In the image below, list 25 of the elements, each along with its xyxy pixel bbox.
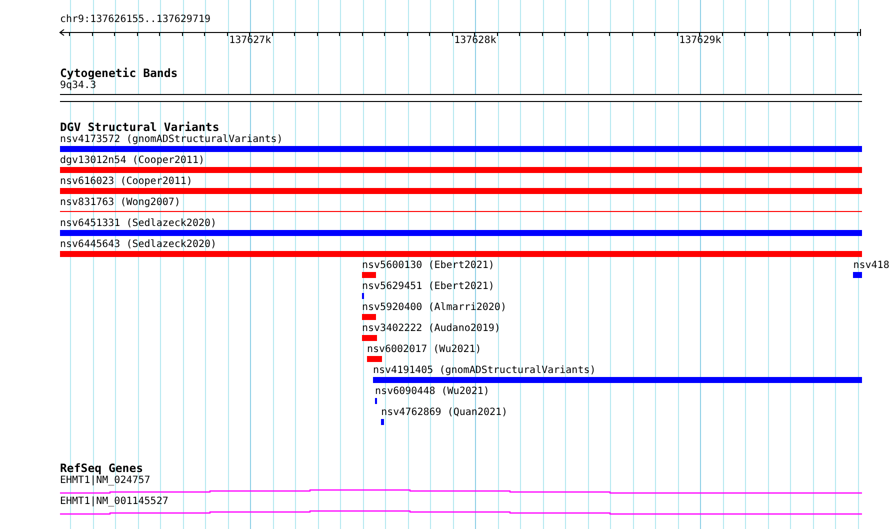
feature-label: nsv6445643 (Sedlazeck2020) xyxy=(60,239,217,251)
feature-label: nsv831763 (Wong2007) xyxy=(60,197,180,209)
feature-label: nsv3402222 (Audano2019) xyxy=(362,323,500,335)
feature-label: nsv418 xyxy=(853,260,890,272)
track-title: RefSeq Genes xyxy=(60,462,144,475)
tick-label: 137629k xyxy=(679,35,722,47)
region-label: chr9:137626155..137629719 xyxy=(60,14,211,26)
feature-label: nsv6090448 (Wu2021) xyxy=(375,386,490,398)
feature-label: nsv4191405 (gnomADStructuralVariants) xyxy=(373,365,596,377)
band-label: 9q34.3 xyxy=(60,80,98,92)
feature-label: nsv4762869 (Quan2021) xyxy=(381,407,508,419)
feature-label: nsv6002017 (Wu2021) xyxy=(366,344,482,356)
feature-label: nsv616023 (Cooper2011) xyxy=(60,176,192,188)
feature-label: nsv5629451 (Ebert2021) xyxy=(362,281,494,293)
tick-label: 137627k xyxy=(229,35,272,47)
feature-label: nsv4173572 (gnomADStructuralVariants) xyxy=(60,134,283,146)
track-title: DGV Structural Variants xyxy=(60,121,220,134)
gene-label: EHMT1|NM_001145527 xyxy=(60,496,170,508)
feature-label: nsv6451331 (Sedlazeck2020) xyxy=(60,218,217,230)
track-title: Cytogenetic Bands xyxy=(60,67,179,80)
gene-label: EHMT1|NM_024757 xyxy=(60,475,152,487)
feature-label: nsv5600130 (Ebert2021) xyxy=(362,260,494,272)
feature-label: dgv13012n54 (Cooper2011) xyxy=(60,155,204,167)
tick-label: 137628k xyxy=(454,35,496,47)
feature-label: nsv5920400 (Almarri2020) xyxy=(362,302,506,314)
